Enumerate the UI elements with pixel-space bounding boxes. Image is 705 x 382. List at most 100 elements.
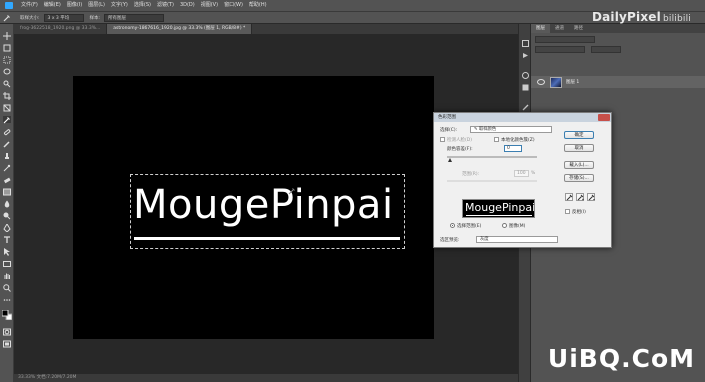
select-label: 选择(C): [440,128,458,133]
lasso-tool-icon[interactable] [3,68,11,75]
screen-mode-icon[interactable] [3,340,11,348]
ok-button[interactable]: 确定 [564,131,594,139]
cancel-button[interactable]: 取消 [564,144,594,152]
eyedropper-tool-icon[interactable] [0,14,14,22]
pen-tool-icon[interactable] [3,224,11,232]
sample-select[interactable]: 所有图层 [104,13,165,22]
preview-thumbnail: MougePinpai [462,199,535,218]
bilibili-logo: bilibili [662,14,691,24]
brush-tool-icon[interactable] [3,140,11,148]
more-tools-icon[interactable] [3,296,11,303]
image-radio[interactable] [502,223,507,228]
save-button[interactable]: 存储(S)... [564,174,594,182]
canvas-underline [134,237,400,240]
preview-text: MougePinpai [465,201,535,214]
healing-brush-tool-icon[interactable] [3,128,11,136]
photoshop-logo-icon[interactable] [0,0,18,11]
brand-name: DailyPixel [591,10,661,24]
localized-color-checkbox[interactable] [494,137,499,142]
tab-astronomy[interactable]: astronomy-1867616_1920.jpg @ 33.3% (图层 1… [107,24,253,34]
frame-tool-icon[interactable] [3,104,11,112]
selection-radio-label: 选择范围(E) [457,224,482,229]
menu-layer[interactable]: 图层(L) [85,0,108,11]
eyedropper-plus-icon[interactable] [576,193,584,201]
watermark: UiBQ.CoM [547,344,695,373]
close-icon[interactable] [598,114,610,121]
eyedropper-tool-icon-active[interactable] [3,116,11,124]
menu-edit[interactable]: 编辑(E) [41,0,64,11]
marquee-tool-icon[interactable] [3,56,11,64]
fuzziness-slider-handle[interactable] [448,158,452,162]
dialog-title: 色彩范围 [434,113,611,122]
canvas-text: MougePinpai [133,182,394,228]
brush-panel-icon[interactable] [522,104,529,111]
menu-help[interactable]: 帮助(H) [246,0,270,11]
layer-thumbnail [550,76,562,88]
layer-filter-bar[interactable] [535,36,595,43]
select-value: 取样颜色 [478,127,497,132]
opacity-field[interactable] [591,46,621,53]
fuzziness-slider[interactable] [447,156,537,158]
tab-channels[interactable]: 通道 [550,24,569,33]
menu-image[interactable]: 图像(I) [64,0,85,11]
tab-layers[interactable]: 图层 [531,24,550,33]
fuzziness-field[interactable]: 0 [504,145,522,152]
menu-filter[interactable]: 滤镜(T) [154,0,177,11]
sample-size-select[interactable]: 3 x 3 平均 [43,13,84,22]
dodge-tool-icon[interactable] [3,212,11,220]
crop-tool-icon[interactable] [3,92,11,100]
quick-select-tool-icon[interactable] [3,80,11,88]
fuzziness-label: 颜色容差(F): [447,147,473,152]
visibility-eye-icon[interactable] [537,79,545,85]
detect-faces-checkbox[interactable] [440,137,445,142]
artboard-tool-icon[interactable] [3,44,11,52]
range-field[interactable]: 100 [514,170,529,177]
rectangle-tool-icon[interactable] [3,260,11,267]
blur-tool-icon[interactable] [3,200,11,208]
path-selection-tool-icon[interactable] [3,248,11,256]
selection-radio[interactable] [450,223,455,228]
move-tool-icon[interactable] [3,32,11,40]
lock-row [535,57,625,64]
menu-3d[interactable]: 3D(D) [177,0,198,11]
eraser-tool-icon[interactable] [3,176,11,184]
layer-name: 图层 1 [566,80,580,85]
type-tool-icon[interactable] [3,236,11,243]
invert-label: 反相(I) [572,210,586,215]
layer-row[interactable]: 图层 1 [531,76,705,88]
sample-label: 样本: [89,15,101,21]
tools-panel [0,24,14,382]
tab-frog[interactable]: frog-3622518_1920.png @ 33.3%... [14,24,108,34]
eyedropper-cursor-icon [288,187,296,195]
sample-size-label: 取样大小: [20,15,40,21]
range-slider[interactable] [447,180,537,182]
eyedropper-minus-icon[interactable] [587,193,595,201]
selection-preview-dropdown[interactable]: 灰度 [476,236,558,243]
menu-select[interactable]: 选择(S) [131,0,154,11]
image-radio-label: 图像(M) [509,224,526,229]
actions-panel-icon[interactable] [522,52,529,59]
blend-mode-select[interactable] [535,46,585,53]
zoom-tool-icon[interactable] [3,284,11,292]
menu-file[interactable]: 文件(F) [18,0,41,11]
invert-checkbox[interactable] [565,209,570,214]
brand-logo: DailyPixel bilibili [592,10,691,24]
info-panel-icon[interactable] [522,72,529,79]
foreground-background-color-icon[interactable] [2,310,12,320]
history-brush-tool-icon[interactable] [3,164,11,172]
color-panel-icon[interactable] [522,84,529,91]
hand-tool-icon[interactable] [3,272,11,279]
menu-type[interactable]: 文字(Y) [108,0,131,11]
clone-stamp-tool-icon[interactable] [3,152,11,159]
tab-paths[interactable]: 路径 [569,24,588,33]
menu-window[interactable]: 窗口(W) [221,0,246,11]
eyedropper-icon[interactable] [565,193,573,201]
gradient-tool-icon[interactable] [3,188,11,196]
load-button[interactable]: 载入(L)... [564,161,594,169]
history-panel-icon[interactable] [522,40,529,47]
localized-color-label: 本地化颜色簇(Z) [501,138,535,143]
quick-mask-icon[interactable] [3,328,11,336]
select-dropdown[interactable]: ✎ 取样颜色 [470,126,552,133]
menu-view[interactable]: 视图(V) [198,0,221,11]
color-range-dialog: 色彩范围 选择(C): ✎ 取样颜色 检测人脸(D) 本地化颜色簇(Z) 颜色容… [433,112,612,248]
